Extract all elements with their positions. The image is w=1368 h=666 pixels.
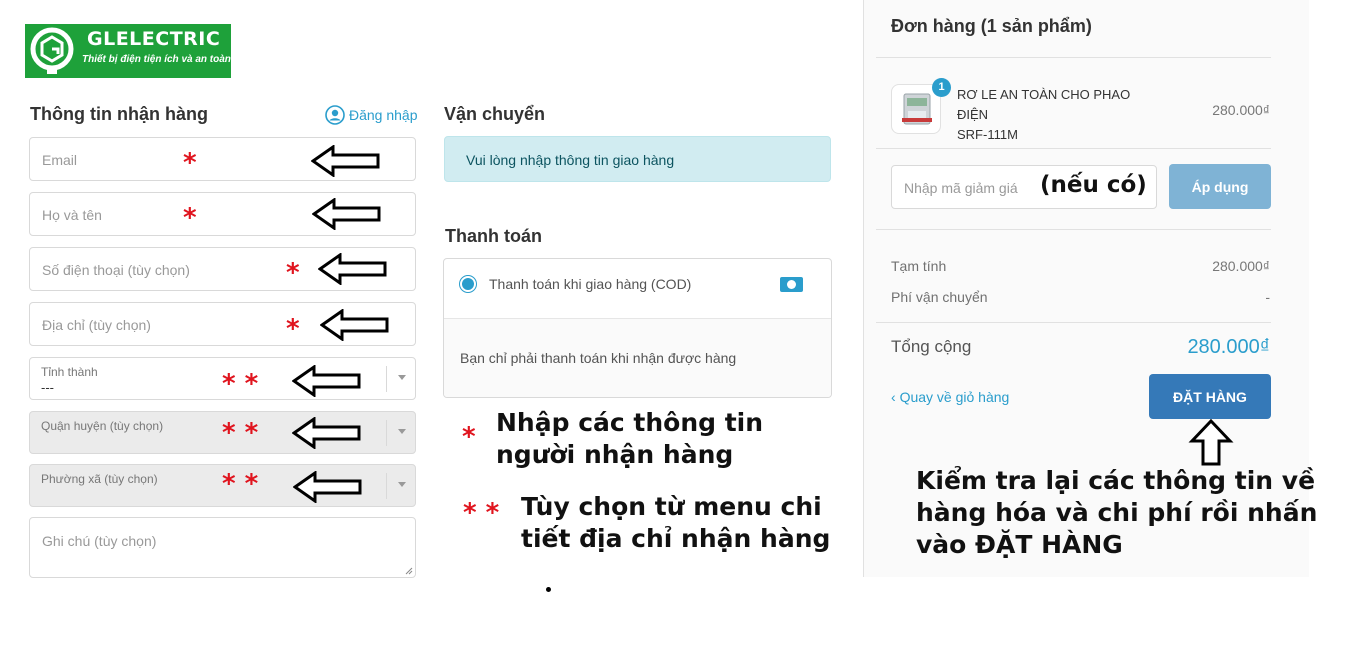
district-label: Quận huyện (tùy chọn)	[41, 419, 164, 433]
cod-radio[interactable]	[459, 275, 477, 293]
coupon-placeholder: Nhập mã giảm giá	[904, 180, 1018, 196]
address-placeholder: Địa chỉ (tùy chọn)	[42, 317, 151, 333]
cod-detail: Bạn chỉ phải thanh toán khi nhận được hà…	[444, 318, 831, 397]
required-star: *	[183, 203, 197, 233]
legend-double-line: tiết địa chỉ nhận hàng	[521, 524, 831, 553]
legend-double-line: Tùy chọn từ menu chi	[521, 492, 822, 521]
brand-tagline: Thiết bị điện tiện ích và an toàn	[82, 54, 231, 65]
order-title: Đơn hàng (1 sản phẩm)	[891, 16, 1092, 36]
left-arrow-icon	[292, 417, 361, 449]
place-order-button[interactable]: ĐẶT HÀNG	[1149, 374, 1271, 419]
resize-handle-icon[interactable]	[405, 567, 413, 575]
fullname-placeholder: Họ và tên	[42, 207, 102, 223]
receiver-title: Thông tin nhận hàng	[30, 104, 208, 124]
checkout-instructions: Kiểm tra lại các thông tin về hàng hóa v…	[916, 465, 1317, 561]
province-value: ---	[41, 380, 54, 395]
province-label: Tỉnh thành	[41, 365, 98, 379]
chevron-down-icon	[398, 375, 406, 380]
checkout-line: Kiểm tra lại các thông tin về	[916, 466, 1316, 495]
menu-option-star: * *	[222, 469, 259, 499]
total-label: Tổng cộng	[891, 337, 972, 356]
checkout-line: vào ĐẶT HÀNG	[916, 530, 1123, 559]
chevron-down-icon	[398, 482, 406, 487]
payment-methods: Thanh toán khi giao hàng (COD) Bạn chỉ p…	[443, 258, 832, 398]
apply-coupon-button[interactable]: Áp dụng	[1169, 164, 1271, 209]
note-placeholder: Ghi chú (tùy chọn)	[42, 533, 157, 549]
required-star: *	[183, 148, 197, 178]
cod-label: Thanh toán khi giao hàng (COD)	[489, 276, 692, 292]
divider	[876, 148, 1271, 149]
left-arrow-icon	[320, 309, 389, 341]
left-arrow-icon	[312, 198, 381, 230]
quantity-badge: 1	[932, 78, 951, 97]
left-arrow-icon	[318, 253, 387, 285]
payment-option-cod[interactable]: Thanh toán khi giao hàng (COD)	[444, 259, 831, 318]
select-separator	[386, 473, 387, 499]
shipping-alert: Vui lòng nhập thông tin giao hàng	[444, 136, 831, 182]
login-link[interactable]: Đăng nhập	[325, 104, 418, 126]
legend-star-double: * *	[463, 498, 500, 528]
required-star: *	[286, 314, 300, 344]
menu-option-star: * *	[222, 418, 259, 448]
select-separator	[386, 366, 387, 392]
shipping-fee-value: -	[1265, 289, 1270, 305]
legend-star: *	[462, 422, 476, 452]
left-arrow-icon	[293, 471, 362, 503]
chevron-left-icon: ‹	[891, 389, 896, 405]
phone-placeholder: Số điện thoại (tùy chọn)	[42, 262, 190, 278]
select-separator	[386, 420, 387, 446]
legend-double: Tùy chọn từ menu chi tiết địa chỉ nhận h…	[521, 491, 830, 555]
legend-single-line: Nhập các thông tin	[496, 408, 764, 437]
login-label: Đăng nhập	[349, 107, 418, 123]
cash-icon	[780, 277, 803, 292]
shipping-fee-label: Phí vận chuyển	[891, 289, 988, 305]
legend-single: Nhập các thông tin người nhận hàng	[496, 407, 763, 471]
divider	[876, 229, 1271, 230]
note-field[interactable]: Ghi chú (tùy chọn)	[29, 517, 416, 578]
back-label: Quay về giỏ hàng	[899, 389, 1010, 405]
logo-icon	[30, 27, 74, 74]
checkout-line: hàng hóa và chi phí rồi nhấn	[916, 498, 1318, 527]
subtotal-value: 280.000₫	[1212, 258, 1270, 274]
chevron-down-icon	[398, 429, 406, 434]
shipping-message: Vui lòng nhập thông tin giao hàng	[466, 152, 675, 168]
divider	[876, 57, 1271, 58]
product-name: RƠ LE AN TOÀN CHO PHAO ĐIỆN SRF-111M	[957, 85, 1157, 145]
payment-title: Thanh toán	[445, 226, 542, 246]
back-to-cart-link[interactable]: ‹ Quay về giỏ hàng	[891, 389, 1009, 405]
menu-option-star: * *	[222, 369, 259, 399]
cod-detail-text: Bạn chỉ phải thanh toán khi nhận được hà…	[460, 350, 737, 366]
legend-single-line: người nhận hàng	[496, 440, 734, 469]
left-arrow-icon	[292, 365, 361, 397]
left-arrow-icon	[311, 145, 380, 177]
subtotal-label: Tạm tính	[891, 258, 947, 274]
brand-name: GLELECTRIC	[87, 28, 221, 50]
total-value: 280.000₫	[1187, 336, 1270, 358]
product-price: 280.000₫	[1212, 102, 1270, 118]
product-name-line: RƠ LE AN TOÀN CHO PHAO ĐIỆN	[957, 87, 1131, 122]
stray-dot	[546, 587, 551, 592]
ward-label: Phường xã (tùy chọn)	[41, 472, 158, 486]
brand-logo[interactable]: GLELECTRIC Thiết bị điện tiện ích và an …	[25, 24, 231, 78]
email-placeholder: Email	[42, 152, 78, 168]
coupon-annotation: (nếu có)	[1040, 172, 1147, 198]
user-icon	[325, 105, 345, 125]
required-star: *	[286, 258, 300, 288]
shipping-title: Vận chuyển	[444, 104, 546, 124]
product-name-line: SRF-111M	[957, 127, 1018, 142]
up-arrow-icon	[1188, 419, 1234, 466]
divider	[876, 322, 1271, 323]
